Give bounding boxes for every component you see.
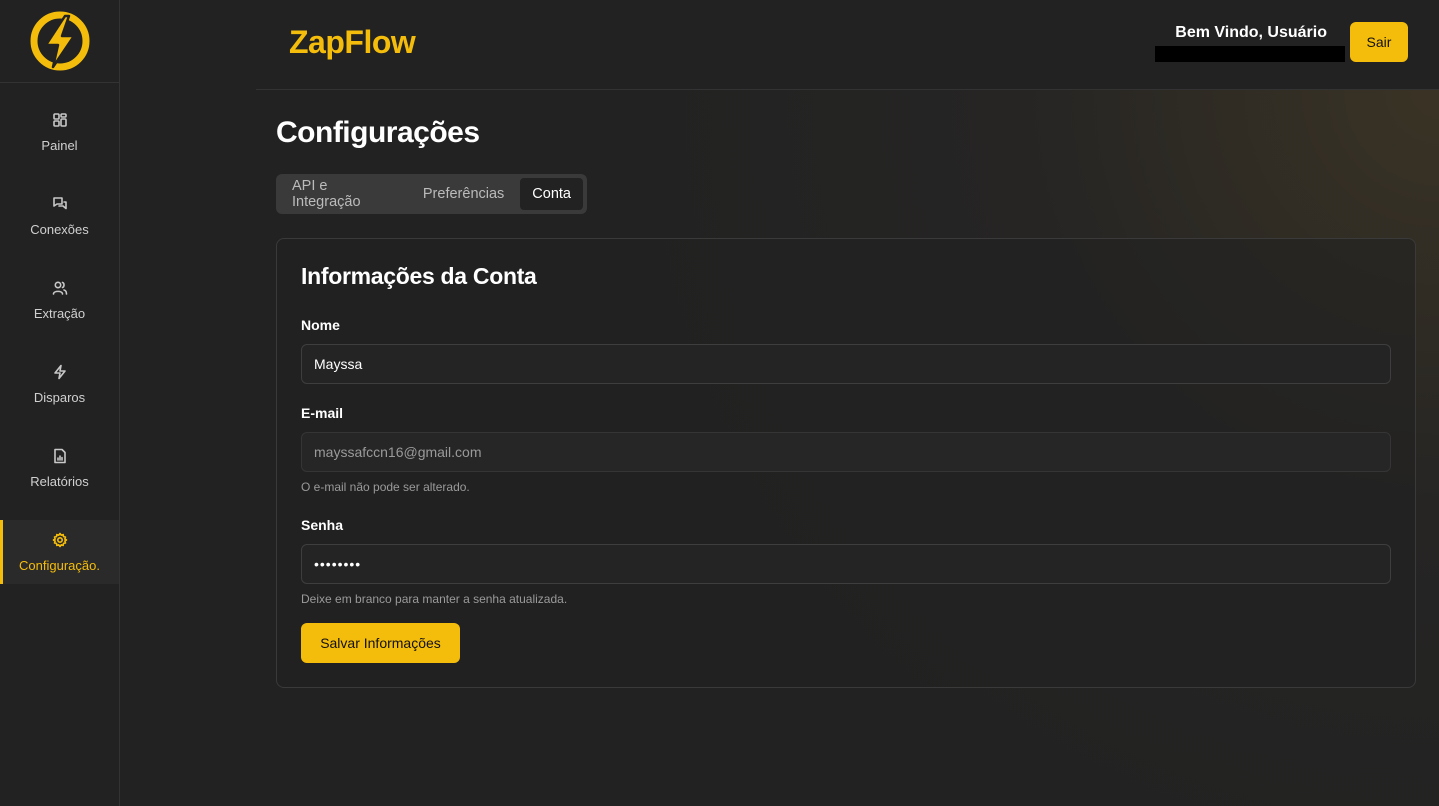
email-field — [301, 432, 1391, 472]
redacted-bar — [1155, 46, 1345, 62]
sidebar-item-extracao[interactable]: Extração — [0, 268, 119, 332]
lightning-icon — [53, 364, 66, 379]
account-info-card: Informações da Conta Nome E-mail O e-mai… — [276, 238, 1416, 688]
sidebar-item-relatorios[interactable]: Relatórios — [0, 436, 119, 500]
sidebar-item-label: Painel — [41, 137, 78, 153]
tab-api-integracao[interactable]: API e Integração — [280, 178, 407, 210]
name-field[interactable] — [301, 344, 1391, 384]
sidebar-item-conexoes[interactable]: Conexões — [0, 184, 119, 248]
chat-bubbles-icon — [52, 196, 67, 209]
name-label: Nome — [301, 317, 340, 333]
lightning-bolt-logo-icon — [30, 11, 89, 71]
page-title: Configurações — [276, 116, 480, 149]
welcome-text: Bem Vindo, Usuário — [1175, 24, 1327, 41]
settings-tabs: API e Integração Preferências Conta — [276, 174, 587, 214]
email-hint: O e-mail não pode ser alterado. — [301, 480, 470, 494]
email-label: E-mail — [301, 405, 344, 421]
sidebar-item-label: Disparos — [33, 389, 86, 405]
password-hint: Deixe em branco para manter a senha atua… — [301, 592, 568, 606]
sidebar-logo[interactable] — [0, 0, 119, 83]
report-file-icon — [53, 448, 66, 463]
dashboard-icon — [52, 112, 67, 127]
sidebar-item-label: Configuração. — [19, 557, 100, 573]
brand-name: ZapFlow — [289, 24, 416, 60]
card-title: Informações da Conta — [301, 263, 537, 289]
sidebar: Painel Conexões Extração Disparos Relató… — [0, 0, 120, 806]
sidebar-item-label: Conexões — [30, 221, 89, 237]
sidebar-item-configuracao[interactable]: Configuração. — [0, 520, 119, 584]
tab-conta[interactable]: Conta — [520, 178, 583, 210]
sidebar-item-disparos[interactable]: Disparos — [0, 352, 119, 416]
users-icon — [52, 280, 67, 295]
main-content: Configurações API e Integração Preferênc… — [276, 90, 1439, 806]
sidebar-nav: Painel Conexões Extração Disparos Relató… — [0, 83, 119, 584]
sidebar-item-label: Extração — [33, 305, 86, 321]
logout-button[interactable]: Sair — [1350, 22, 1408, 62]
tab-preferencias[interactable]: Preferências — [411, 178, 516, 210]
sidebar-item-label: Relatórios — [30, 473, 89, 489]
password-label: Senha — [301, 517, 344, 533]
gear-icon — [52, 532, 67, 547]
sidebar-item-painel[interactable]: Painel — [0, 100, 119, 164]
top-header: ZapFlow Bem Vindo, Usuário Sair — [256, 0, 1439, 90]
password-field[interactable] — [301, 544, 1391, 584]
save-info-button[interactable]: Salvar Informações — [301, 623, 460, 663]
